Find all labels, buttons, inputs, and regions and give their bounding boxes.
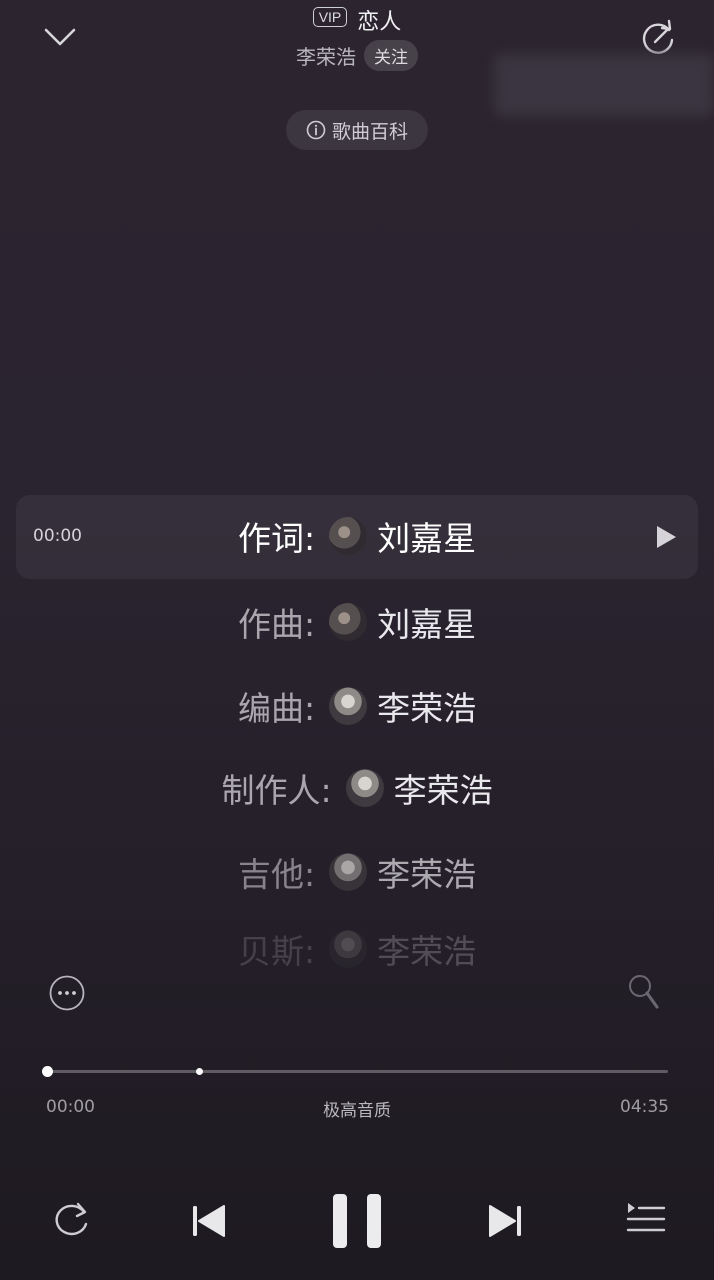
credit-person[interactable]: 李荣浩: [377, 848, 476, 896]
playlist-button[interactable]: [626, 1200, 666, 1238]
credit-person[interactable]: 刘嘉星: [377, 512, 476, 560]
artist-name[interactable]: 李荣浩: [296, 45, 356, 69]
credit-role: 制作人:: [221, 771, 332, 810]
credit-person[interactable]: 刘嘉星: [377, 598, 476, 646]
avatar: [329, 930, 368, 968]
more-button[interactable]: [49, 975, 85, 1011]
previous-icon: [193, 1205, 225, 1237]
avatar: [345, 769, 384, 807]
next-button[interactable]: [486, 1202, 524, 1240]
pause-icon: [333, 1194, 381, 1248]
blurred-overlay: [494, 54, 714, 116]
credit-line[interactable]: 制作人: 李荣浩: [0, 764, 714, 812]
playlist-icon: [626, 1203, 666, 1232]
credit-person[interactable]: 李荣浩: [377, 930, 476, 968]
repeat-icon: [55, 1202, 88, 1236]
avatar: [329, 853, 368, 891]
credit-person[interactable]: 李荣浩: [394, 764, 493, 812]
info-icon: [306, 120, 326, 140]
credit-line[interactable]: 作曲: 刘嘉星: [0, 598, 714, 646]
vip-badge: VIP: [312, 7, 348, 27]
avatar: [329, 517, 368, 555]
credit-line[interactable]: 编曲: 李荣浩: [0, 682, 714, 730]
credit-role: 贝斯:: [237, 932, 316, 968]
credit-role: 编曲:: [237, 689, 316, 728]
mic-icon: [629, 975, 659, 1009]
progress-knob[interactable]: [42, 1066, 53, 1077]
sing-along-button[interactable]: [626, 972, 662, 1012]
previous-button[interactable]: [190, 1202, 228, 1240]
song-wiki-label: 歌曲百科: [331, 120, 408, 143]
progress-track[interactable]: [47, 1070, 668, 1073]
credit-line[interactable]: 吉他: 李荣浩: [0, 848, 714, 896]
credit-line[interactable]: 作词: 刘嘉星: [0, 512, 714, 560]
credit-role: 作曲:: [237, 605, 316, 644]
total-duration: 04:35: [620, 1097, 669, 1117]
credit-role: 作词:: [237, 519, 316, 558]
audio-quality[interactable]: 极高音质: [0, 1096, 714, 1121]
more-icon: [49, 975, 85, 1011]
follow-button[interactable]: 关注: [364, 40, 418, 71]
avatar: [329, 687, 368, 725]
song-title: 恋人: [357, 10, 402, 35]
song-wiki-button[interactable]: 歌曲百科: [286, 110, 428, 150]
song-title-row: VIP 恋人: [0, 4, 714, 38]
credit-person[interactable]: 李荣浩: [377, 682, 476, 730]
repeat-button[interactable]: [48, 1198, 92, 1242]
progress-marker: [196, 1068, 203, 1075]
next-icon: [489, 1205, 521, 1237]
avatar: [329, 603, 368, 641]
credit-role: 吉他:: [237, 855, 316, 894]
pause-button[interactable]: [330, 1192, 384, 1250]
credit-line[interactable]: 贝斯: 李荣浩: [0, 930, 714, 968]
